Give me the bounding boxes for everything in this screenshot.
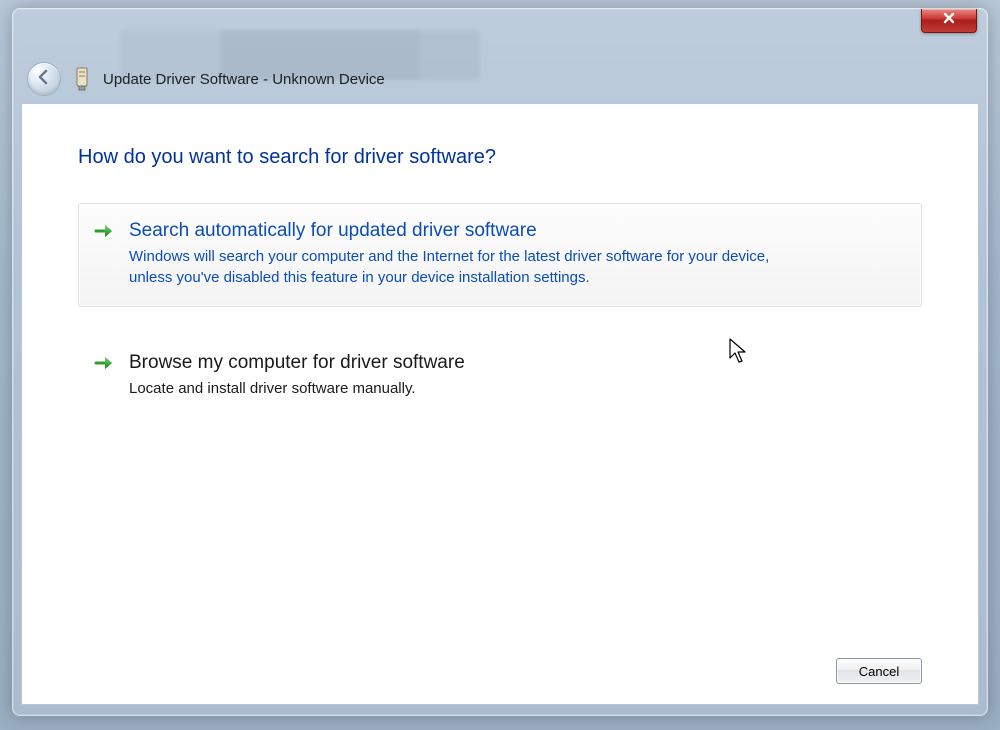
option-description: Windows will search your computer and th…: [129, 246, 809, 288]
arrow-right-icon: [93, 352, 115, 374]
wizard-footer: Cancel: [78, 648, 922, 684]
cancel-button[interactable]: Cancel: [836, 658, 922, 684]
wizard-header: Update Driver Software - Unknown Device: [21, 59, 979, 99]
back-button[interactable]: [27, 62, 61, 96]
window-title: Update Driver Software - Unknown Device: [103, 71, 385, 88]
option-title: Search automatically for updated driver …: [129, 218, 901, 244]
option-search-automatically[interactable]: Search automatically for updated driver …: [78, 203, 922, 307]
arrow-right-icon: [93, 220, 115, 242]
option-description: Locate and install driver software manua…: [129, 378, 809, 399]
close-icon: [942, 11, 956, 30]
arrow-left-icon: [35, 68, 53, 91]
page-heading: How do you want to search for driver sof…: [78, 146, 922, 169]
option-browse-computer[interactable]: Browse my computer for driver software L…: [78, 335, 922, 418]
button-label: Cancel: [859, 664, 899, 679]
device-icon: [71, 66, 93, 92]
wizard-client-area: How do you want to search for driver sof…: [21, 103, 979, 705]
wizard-window-frame: Update Driver Software - Unknown Device …: [12, 8, 988, 716]
option-title: Browse my computer for driver software: [129, 350, 901, 376]
options-list: Search automatically for updated driver …: [78, 203, 922, 648]
close-button[interactable]: [921, 9, 977, 33]
